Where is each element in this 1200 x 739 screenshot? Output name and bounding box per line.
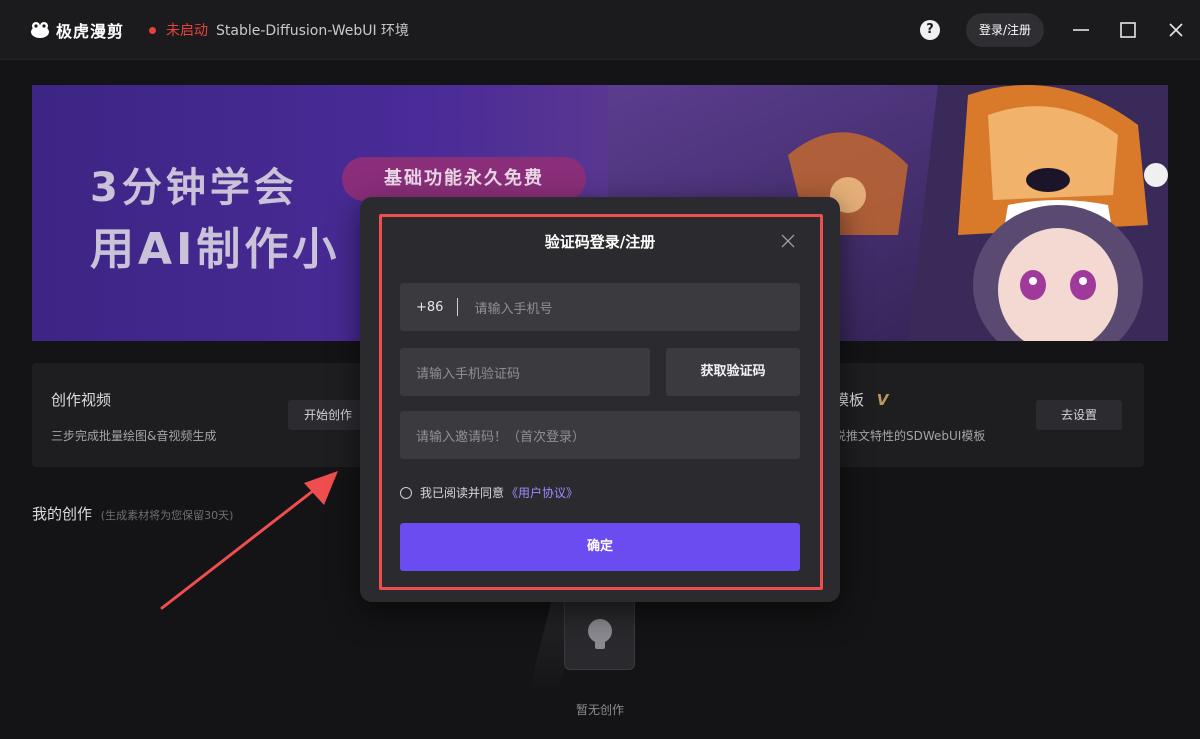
lightbulb-icon — [588, 619, 612, 649]
annotation-arrow-icon — [160, 471, 338, 610]
minimize-icon[interactable] — [1069, 18, 1093, 42]
empty-state-text: 暂无创作 — [576, 703, 625, 717]
maximize-icon[interactable] — [1116, 18, 1140, 42]
env-name: Stable-Diffusion-WebUI 环境 — [216, 23, 410, 39]
close-window-icon[interactable] — [1164, 18, 1188, 42]
agreement-row: 我已阅读并同意 《用户协议》 — [400, 484, 578, 501]
invite-code-input[interactable]: 请输入邀请码！（首次登录） — [400, 411, 800, 459]
code-placeholder: 请输入手机验证码 — [416, 366, 521, 382]
empty-state-illustration — [564, 598, 635, 670]
user-agreement-link[interactable]: 《用户协议》 — [506, 484, 578, 501]
banner-subheadline: 用AI制作小 — [90, 224, 341, 275]
title-bar: 极虎漫剪 未启动 Stable-Diffusion-WebUI 环境 ? 登录/… — [0, 0, 1200, 60]
phone-placeholder: 请输入手机号 — [474, 301, 553, 317]
status-dot — [149, 26, 156, 34]
login-modal: 验证码登录/注册 +86 请输入手机号 请输入手机验证码 获取验证码 请输入邀请… — [360, 197, 840, 602]
section-title: 我的创作 — [32, 505, 93, 523]
agree-text: 我已阅读并同意 — [420, 486, 505, 500]
start-create-button[interactable]: 开始创作 — [288, 400, 368, 430]
invite-placeholder: 请输入邀请码！（首次登录） — [416, 429, 586, 445]
banner-headline: 3分钟学会 — [90, 165, 298, 211]
help-icon[interactable]: ? — [920, 20, 940, 40]
modal-title: 验证码登录/注册 — [544, 233, 656, 251]
agree-radio[interactable] — [400, 486, 412, 499]
login-register-button[interactable]: 登录/注册 — [966, 13, 1044, 47]
card-title: 模板 V — [834, 389, 888, 410]
field-divider — [457, 298, 459, 316]
sms-code-input[interactable]: 请输入手机验证码 — [400, 348, 650, 396]
card-desc: 说推文特性的SDWebUI模板 — [834, 429, 986, 443]
country-code[interactable]: +86 — [416, 300, 443, 315]
banner-pill-badge: 基础功能永久免费 — [342, 157, 586, 201]
card-title: 创作视频 — [51, 391, 112, 409]
app-title: 极虎漫剪 — [56, 22, 125, 41]
env-status: 未启动 Stable-Diffusion-WebUI 环境 — [149, 20, 409, 40]
modal-close-icon[interactable] — [780, 233, 796, 249]
phone-input[interactable]: +86 请输入手机号 — [400, 283, 800, 331]
frog-logo-icon — [31, 22, 49, 38]
get-code-button[interactable]: 获取验证码 — [666, 348, 800, 396]
status-text: 未启动 — [166, 23, 208, 39]
card-desc: 三步完成批量绘图&音视频生成 — [51, 429, 217, 443]
vip-badge: V — [876, 391, 889, 409]
go-settings-button[interactable]: 去设置 — [1036, 400, 1122, 430]
app-logo: 极虎漫剪 — [30, 18, 124, 42]
confirm-button[interactable]: 确定 — [400, 523, 800, 571]
